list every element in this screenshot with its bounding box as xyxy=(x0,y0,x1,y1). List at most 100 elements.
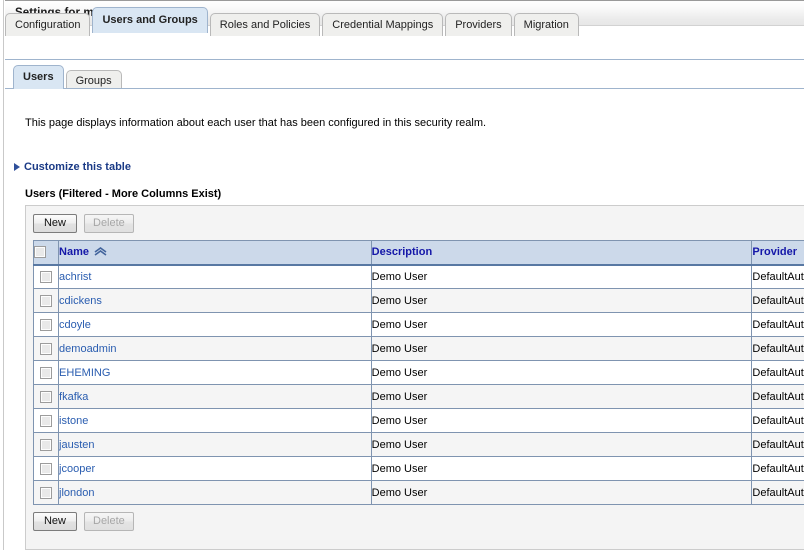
table-row[interactable]: jlondon Demo User DefaultAuthenticator xyxy=(34,481,804,505)
table-row[interactable]: jcooper Demo User DefaultAuthenticator xyxy=(34,457,804,481)
column-header-description[interactable]: Description xyxy=(371,241,752,265)
table-row[interactable]: EHEMING Demo User DefaultAuthenticator xyxy=(34,361,804,385)
table-row[interactable]: cdoyle Demo User DefaultAuthenticator xyxy=(34,313,804,337)
table-row[interactable]: cdickens Demo User DefaultAuthenticator xyxy=(34,289,804,313)
row-name-cell[interactable]: jausten xyxy=(59,433,372,457)
row-checkbox[interactable] xyxy=(40,439,52,451)
row-checkbox[interactable] xyxy=(40,271,52,283)
row-select-cell[interactable] xyxy=(34,361,59,385)
row-provider-cell: DefaultAuthenticator xyxy=(752,457,804,481)
row-select-cell[interactable] xyxy=(34,481,59,505)
table-row[interactable]: achrist Demo User DefaultAuthenticator xyxy=(34,265,804,289)
row-description-cell: Demo User xyxy=(371,481,752,505)
row-checkbox[interactable] xyxy=(40,487,52,499)
toolbar-bottom: New Delete xyxy=(26,505,804,539)
tab-roles-and-policies[interactable]: Roles and Policies xyxy=(210,13,321,36)
tab-migration[interactable]: Migration xyxy=(514,13,579,36)
row-select-cell[interactable] xyxy=(34,385,59,409)
row-provider-cell: DefaultAuthenticator xyxy=(752,361,804,385)
users-table-body: achrist Demo User DefaultAuthenticator c… xyxy=(34,265,804,505)
row-select-cell[interactable] xyxy=(34,313,59,337)
row-provider-cell: DefaultAuthenticator xyxy=(752,385,804,409)
delete-button-top[interactable]: Delete xyxy=(84,214,134,233)
user-link[interactable]: cdickens xyxy=(59,295,102,307)
settings-page: Settings for myrealm Configuration Users… xyxy=(0,0,804,550)
row-name-cell[interactable]: demoadmin xyxy=(59,337,372,361)
triangle-right-icon xyxy=(14,163,20,171)
row-name-cell[interactable]: EHEMING xyxy=(59,361,372,385)
row-description-cell: Demo User xyxy=(371,409,752,433)
row-select-cell[interactable] xyxy=(34,265,59,289)
row-select-cell[interactable] xyxy=(34,289,59,313)
row-name-cell[interactable]: cdoyle xyxy=(59,313,372,337)
user-link[interactable]: achrist xyxy=(59,271,91,283)
row-provider-cell: DefaultAuthenticator xyxy=(752,409,804,433)
column-header-provider[interactable]: Provider xyxy=(752,241,804,265)
user-link[interactable]: istone xyxy=(59,415,88,427)
main-tabs: Configuration Users and Groups Roles and… xyxy=(5,4,581,33)
new-button-bottom[interactable]: New xyxy=(33,512,77,531)
subtab-users[interactable]: Users xyxy=(13,65,64,89)
row-description-cell: Demo User xyxy=(371,433,752,457)
user-link[interactable]: demoadmin xyxy=(59,343,116,355)
column-header-name[interactable]: Name xyxy=(59,241,372,265)
row-provider-cell: DefaultAuthenticator xyxy=(752,433,804,457)
row-checkbox[interactable] xyxy=(40,391,52,403)
row-name-cell[interactable]: jlondon xyxy=(59,481,372,505)
user-link[interactable]: jcooper xyxy=(59,463,95,475)
table-row[interactable]: istone Demo User DefaultAuthenticator xyxy=(34,409,804,433)
row-provider-cell: DefaultAuthenticator xyxy=(752,265,804,289)
row-checkbox[interactable] xyxy=(40,343,52,355)
row-checkbox[interactable] xyxy=(40,367,52,379)
table-row[interactable]: fkafka Demo User DefaultAuthenticator xyxy=(34,385,804,409)
row-description-cell: Demo User xyxy=(371,361,752,385)
sort-ascending-icon xyxy=(94,247,107,256)
row-select-cell[interactable] xyxy=(34,409,59,433)
row-select-cell[interactable] xyxy=(34,457,59,481)
row-name-cell[interactable]: achrist xyxy=(59,265,372,289)
row-description-cell: Demo User xyxy=(371,337,752,361)
row-description-cell: Demo User xyxy=(371,385,752,409)
user-link[interactable]: jausten xyxy=(59,439,94,451)
sub-tabs: Users Groups xyxy=(13,63,124,89)
left-rail xyxy=(0,0,4,550)
user-link[interactable]: cdoyle xyxy=(59,319,91,331)
tab-configuration[interactable]: Configuration xyxy=(5,13,90,36)
table-header-row: Name Description Provider xyxy=(34,241,804,265)
table-row[interactable]: demoadmin Demo User DefaultAuthenticator xyxy=(34,337,804,361)
row-select-cell[interactable] xyxy=(34,433,59,457)
row-provider-cell: DefaultAuthenticator xyxy=(752,337,804,361)
row-provider-cell: DefaultAuthenticator xyxy=(752,481,804,505)
toolbar-top: New Delete xyxy=(26,206,804,240)
row-description-cell: Demo User xyxy=(371,457,752,481)
row-provider-cell: DefaultAuthenticator xyxy=(752,289,804,313)
row-checkbox[interactable] xyxy=(40,415,52,427)
tab-users-and-groups[interactable]: Users and Groups xyxy=(92,7,207,33)
row-checkbox[interactable] xyxy=(40,295,52,307)
row-name-cell[interactable]: jcooper xyxy=(59,457,372,481)
row-checkbox[interactable] xyxy=(40,319,52,331)
row-name-cell[interactable]: fkafka xyxy=(59,385,372,409)
tab-credential-mappings[interactable]: Credential Mappings xyxy=(322,13,443,36)
delete-button-bottom[interactable]: Delete xyxy=(84,512,134,531)
main-tabstrip-underline xyxy=(5,59,804,60)
row-select-cell[interactable] xyxy=(34,337,59,361)
row-description-cell: Demo User xyxy=(371,313,752,337)
user-link[interactable]: EHEMING xyxy=(59,367,110,379)
customize-this-table-link[interactable]: Customize this table xyxy=(14,161,131,173)
row-name-cell[interactable]: cdickens xyxy=(59,289,372,313)
select-all-checkbox[interactable] xyxy=(34,246,46,258)
table-row[interactable]: jausten Demo User DefaultAuthenticator xyxy=(34,433,804,457)
row-checkbox[interactable] xyxy=(40,463,52,475)
select-all-header[interactable] xyxy=(34,241,59,265)
page-intro-text: This page displays information about eac… xyxy=(25,117,486,129)
row-provider-cell: DefaultAuthenticator xyxy=(752,313,804,337)
row-name-cell[interactable]: istone xyxy=(59,409,372,433)
customize-this-table-label: Customize this table xyxy=(24,161,131,173)
user-link[interactable]: jlondon xyxy=(59,487,94,499)
tab-providers[interactable]: Providers xyxy=(445,13,511,36)
user-link[interactable]: fkafka xyxy=(59,391,88,403)
new-button-top[interactable]: New xyxy=(33,214,77,233)
users-table-panel: New Delete Name Description Provider xyxy=(25,205,804,550)
users-table: Name Description Provider achrist Demo U… xyxy=(33,240,804,505)
